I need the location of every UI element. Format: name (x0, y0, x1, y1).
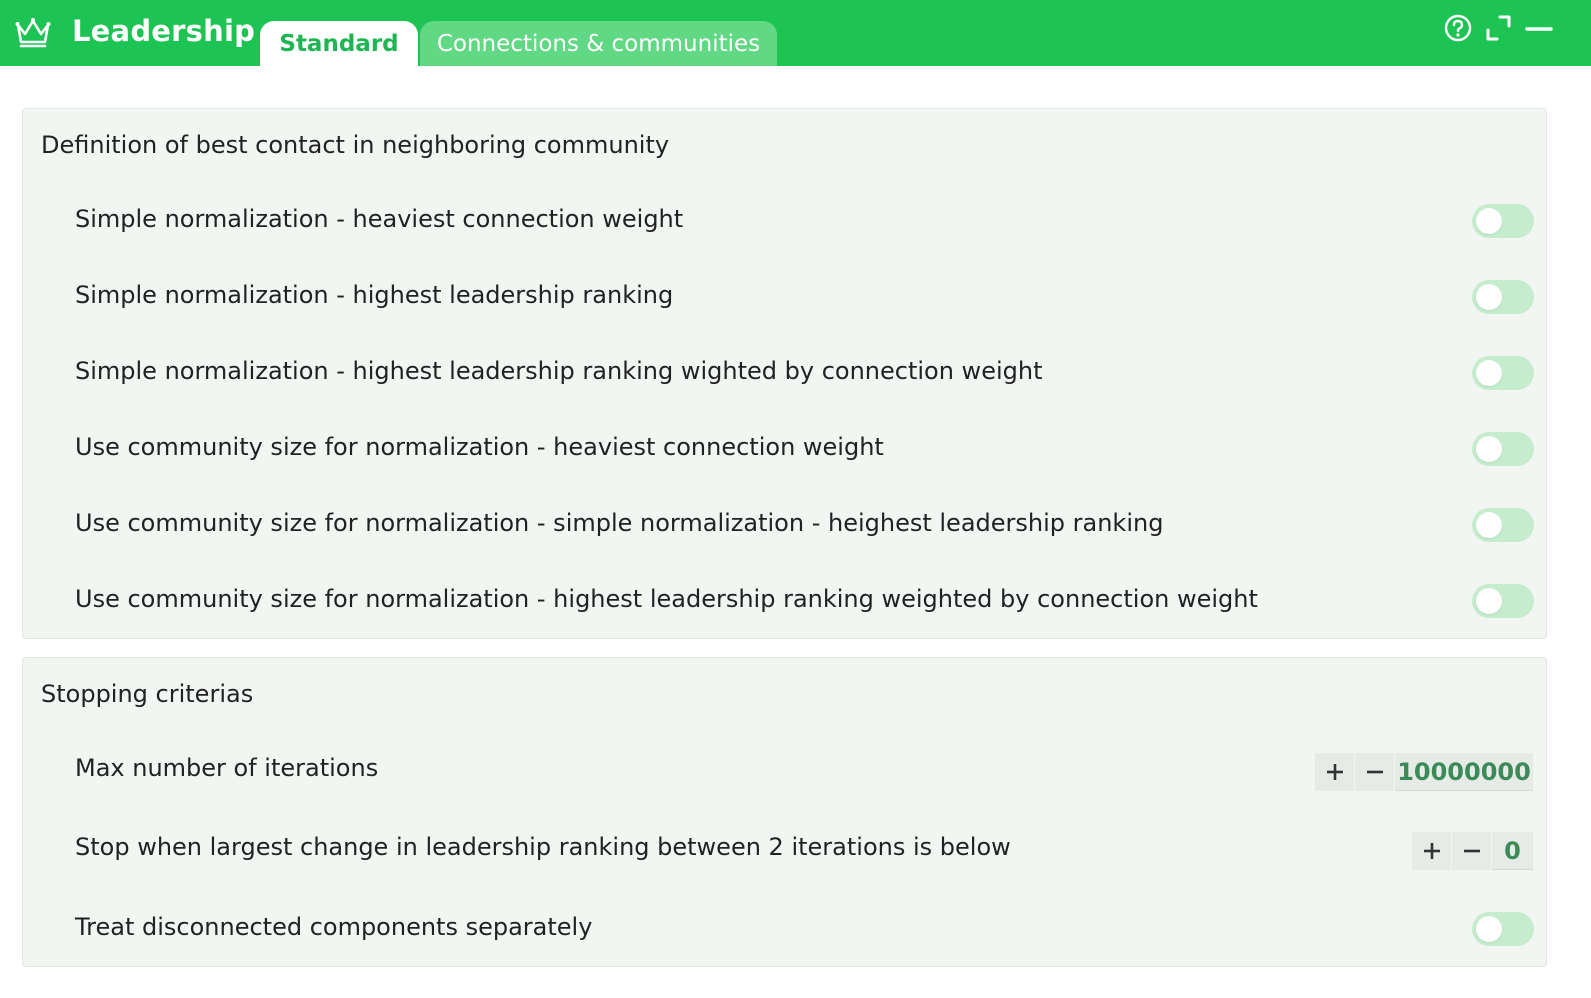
minus-icon (1366, 770, 1383, 774)
tab-connections-label: Connections & communities (436, 30, 761, 57)
largest-change-input[interactable]: 0 (1492, 832, 1533, 870)
largest-change-label: Stop when largest change in leadership r… (75, 833, 1011, 861)
toggle-disconnected-components[interactable] (1472, 912, 1534, 946)
help-icon[interactable] (1442, 12, 1474, 44)
tab-standard-label: Standard (279, 30, 399, 57)
max-iterations-input[interactable]: 10000000 (1395, 753, 1533, 791)
tab-standard[interactable]: Standard (260, 21, 418, 66)
increment-button[interactable] (1315, 753, 1354, 791)
largest-change-stepper[interactable]: 0 (1412, 832, 1533, 870)
decrement-button[interactable] (1355, 753, 1394, 791)
toggle-knob (1476, 588, 1502, 614)
disconnected-label: Treat disconnected components separately (75, 913, 593, 941)
minus-icon (1463, 849, 1480, 853)
toggle-simple-highest-ranking[interactable] (1472, 280, 1534, 314)
option-label: Use community size for normalization - s… (75, 509, 1164, 537)
stopping-criteria-panel: Stopping criterias Max number of iterati… (22, 657, 1547, 967)
toggle-community-ranking-weighted[interactable] (1472, 584, 1534, 618)
max-iterations-stepper[interactable]: 10000000 (1315, 753, 1533, 791)
minimize-icon[interactable] (1523, 12, 1555, 44)
max-iterations-label: Max number of iterations (75, 754, 379, 782)
plus-icon (1423, 843, 1440, 859)
option-label: Simple normalization - highest leadershi… (75, 357, 1043, 385)
option-label: Simple normalization - highest leadershi… (75, 281, 674, 309)
toggle-knob (1476, 208, 1502, 234)
toggle-community-heaviest-weight[interactable] (1472, 432, 1534, 466)
stopping-criteria-title: Stopping criterias (41, 680, 254, 708)
option-label: Simple normalization - heaviest connecti… (75, 205, 684, 233)
toggle-knob (1476, 360, 1502, 386)
option-label: Use community size for normalization - h… (75, 585, 1258, 613)
app-title: Leadership (72, 14, 256, 48)
toggle-community-highest-ranking[interactable] (1472, 508, 1534, 542)
decrement-button[interactable] (1452, 832, 1491, 870)
option-label: Use community size for normalization - h… (75, 433, 884, 461)
best-contact-title: Definition of best contact in neighborin… (41, 131, 670, 159)
toggle-knob (1476, 284, 1502, 310)
title-bar: Leadership Standard Connections & commun… (0, 0, 1591, 66)
toggle-simple-ranking-weighted[interactable] (1472, 356, 1534, 390)
plus-icon (1326, 764, 1343, 780)
toggle-knob (1476, 916, 1502, 942)
toggle-knob (1476, 512, 1502, 538)
toggle-knob (1476, 436, 1502, 462)
toggle-simple-heaviest-weight[interactable] (1472, 204, 1534, 238)
crown-icon (15, 18, 51, 48)
best-contact-panel: Definition of best contact in neighborin… (22, 108, 1547, 639)
tab-connections-communities[interactable]: Connections & communities (420, 21, 777, 66)
expand-icon[interactable] (1483, 12, 1515, 44)
increment-button[interactable] (1412, 832, 1451, 870)
